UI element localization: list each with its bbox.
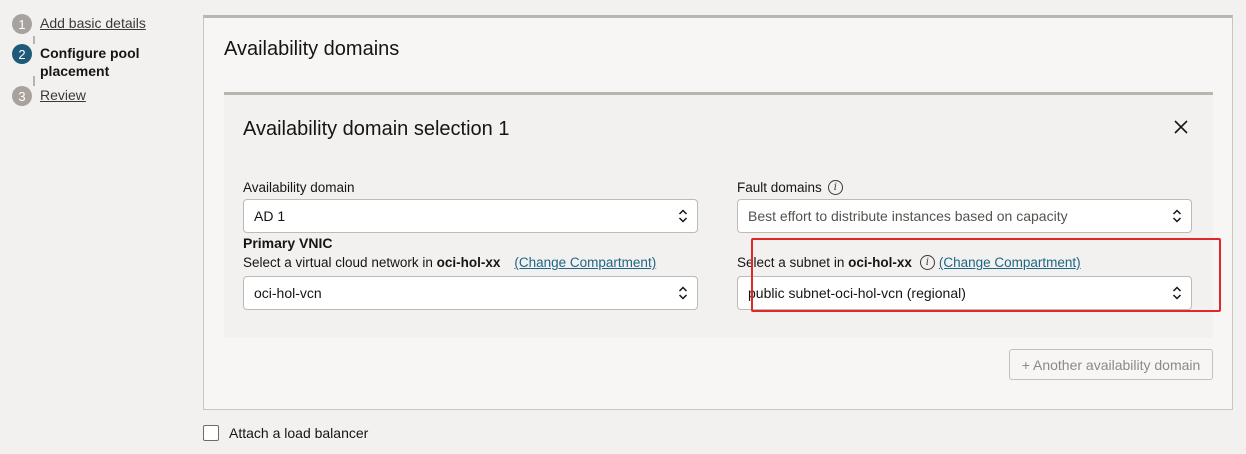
step-connector	[33, 36, 35, 44]
subnet-value: public subnet-oci-hol-vcn (regional)	[748, 285, 966, 301]
vcn-compartment-name: oci-hol-xx	[436, 255, 501, 270]
vcn-label: Select a virtual cloud network in oci-ho…	[243, 255, 656, 270]
availability-domain-label: Availability domain	[243, 180, 355, 195]
panel-title: Availability domains	[224, 38, 400, 60]
step-label-current: Configure pool placement	[40, 45, 140, 79]
fault-domains-label: Fault domains i	[737, 180, 843, 195]
fault-domains-label-text: Fault domains	[737, 180, 822, 195]
chevron-up-down-icon	[1172, 286, 1182, 300]
step-number: 2	[12, 44, 32, 64]
step-link-review[interactable]: Review	[40, 86, 86, 104]
chevron-up-down-icon	[1172, 209, 1182, 223]
step-link-add-basic-details[interactable]: Add basic details	[40, 14, 146, 32]
chevron-up-down-icon	[678, 286, 688, 300]
primary-vnic-heading: Primary VNIC	[243, 235, 333, 251]
vcn-select[interactable]: oci-hol-vcn	[243, 276, 698, 310]
subnet-compartment-name: oci-hol-xx	[848, 255, 912, 270]
step-number: 3	[12, 86, 32, 106]
fault-domains-value: Best effort to distribute instances base…	[748, 208, 1068, 224]
close-icon	[1174, 120, 1188, 134]
attach-load-balancer-checkbox[interactable]	[203, 425, 219, 441]
availability-domain-card: Availability domain selection 1 Availabi…	[224, 92, 1221, 338]
vcn-value: oci-hol-vcn	[254, 285, 322, 301]
availability-domains-panel: Availability domains Availability domain…	[203, 15, 1233, 410]
availability-domain-select[interactable]: AD 1	[243, 199, 698, 233]
info-icon[interactable]: i	[827, 180, 843, 195]
fault-domains-select[interactable]: Best effort to distribute instances base…	[737, 199, 1192, 233]
chevron-up-down-icon	[678, 209, 688, 223]
vcn-change-compartment-link[interactable]: (Change Compartment)	[514, 255, 656, 270]
add-another-availability-domain-button[interactable]: + Another availability domain	[1009, 349, 1213, 380]
subnet-change-compartment-link[interactable]: (Change Compartment)	[939, 255, 1081, 270]
step-number: 1	[12, 14, 32, 34]
subnet-select[interactable]: public subnet-oci-hol-vcn (regional)	[737, 276, 1192, 310]
close-ad-card-button[interactable]	[1171, 117, 1191, 137]
attach-load-balancer-label: Attach a load balancer	[229, 425, 369, 441]
attach-load-balancer-row[interactable]: Attach a load balancer	[203, 425, 368, 441]
step-review[interactable]: 3 Review	[12, 86, 86, 106]
ad-card-title: Availability domain selection 1	[243, 118, 510, 140]
info-icon[interactable]: i	[919, 255, 935, 270]
step-add-basic-details[interactable]: 1 Add basic details	[12, 14, 146, 34]
step-configure-pool-placement: 2 Configure pool placement	[12, 44, 160, 80]
availability-domain-value: AD 1	[254, 208, 286, 224]
subnet-label: Select a subnet in oci-hol-xx i (Change …	[737, 255, 1081, 270]
vcn-label-prefix: Select a virtual cloud network in	[243, 255, 433, 270]
subnet-label-prefix: Select a subnet in	[737, 255, 845, 270]
